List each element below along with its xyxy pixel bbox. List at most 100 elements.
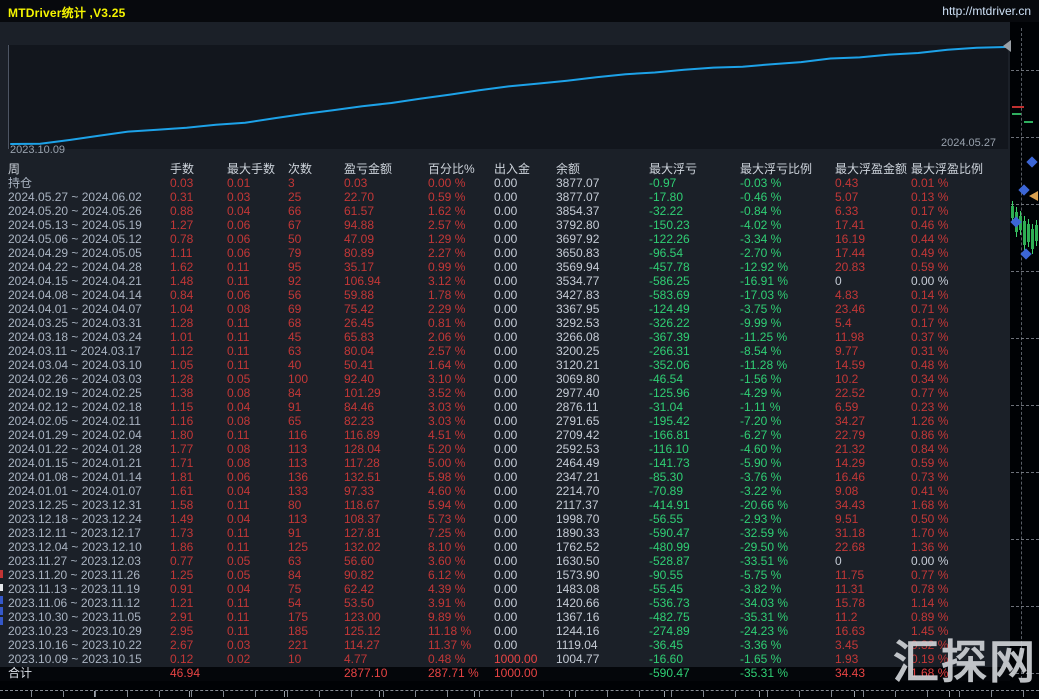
cell: 75 [288,583,344,597]
cell: 0.06 [227,247,288,261]
cell: -116.10 [649,443,740,457]
candlestick [1035,225,1038,241]
cell: 22.52 [835,387,911,401]
cell: 123.00 [344,611,428,625]
cell: 1998.70 [556,513,649,527]
cell: 0.88 [170,205,227,219]
cell: 6.59 [835,401,911,415]
cell: 0.77 % [911,569,1011,583]
cell: -590.47 [649,667,740,681]
cell: 0.00 [494,359,556,373]
cell: 5.73 % [428,513,494,527]
cell: 80 [288,499,344,513]
cell: -8.54 % [740,345,835,359]
cell: -16.60 [649,653,740,667]
cell: 0.11 [227,359,288,373]
cell: 1.27 [170,219,227,233]
cell: 46.94 [170,667,227,681]
cell: 6.33 [835,205,911,219]
cell: 0.03 [227,191,288,205]
cell: 2.57 % [428,345,494,359]
cell: -3.36 % [740,639,835,653]
table-total-row: 合计46.942877.10287.71 %1000.00-590.47-35.… [0,667,1010,681]
cell: 1.25 [170,569,227,583]
cell: 2347.21 [556,471,649,485]
cell: 0.00 [494,443,556,457]
cell: 0.46 % [911,219,1011,233]
cell: 287.71 % [428,667,494,681]
cell: 0.00 [494,499,556,513]
cell: 106.94 [344,275,428,289]
cell: 0.08 [227,303,288,317]
cell: 3877.07 [556,177,649,191]
cell: 0.00 [494,625,556,639]
cell: 2024.04.22 ~ 2024.04.28 [8,261,170,275]
cell: 2023.12.11 ~ 2023.12.17 [8,527,170,541]
statistics-panel: 2023.10.09 2024.05.27 周手数最大手数次数盈亏金额百分比%出… [0,0,1010,681]
cell: 0.11 [227,611,288,625]
cell: 1.28 [170,317,227,331]
cell: 22.79 [835,429,911,443]
cell: 0.08 [227,415,288,429]
background-grid-hline [1011,606,1039,607]
table-row: 2024.04.22 ~ 2024.04.281.620.119535.170.… [0,261,1010,275]
cell: 0.05 [227,569,288,583]
cell: 94.88 [344,219,428,233]
cell: -16.91 % [740,275,835,289]
candlestick [1031,229,1034,249]
cell: 3877.07 [556,191,649,205]
cell: -141.73 [649,457,740,471]
cell: 0.49 % [911,247,1011,261]
curve-end-arrow-icon [1003,40,1011,52]
cell: 1.77 [170,443,227,457]
table-row: 2024.04.29 ~ 2024.05.051.110.067980.892.… [0,247,1010,261]
cell: -2.70 % [740,247,835,261]
cell: 3069.80 [556,373,649,387]
cell: 14.59 [835,359,911,373]
cell: 2024.01.01 ~ 2024.01.07 [8,485,170,499]
table-row: 2024.01.08 ~ 2024.01.141.810.06136132.51… [0,471,1010,485]
cell: 1.14 % [911,597,1011,611]
cell: -0.46 % [740,191,835,205]
cell: 0.00 [494,415,556,429]
cell: 0.17 % [911,205,1011,219]
background-candlestick-chart [1010,0,1039,699]
cell: 100 [288,373,344,387]
table-row: 2024.05.27 ~ 2024.06.020.310.032522.700.… [0,191,1010,205]
table-row: 2023.11.13 ~ 2023.11.190.910.047562.424.… [0,583,1010,597]
cell: 0.08 [227,443,288,457]
cell: 0.78 % [911,583,1011,597]
cell: 84 [288,569,344,583]
table-row: 2024.03.04 ~ 2024.03.101.050.114050.411.… [0,359,1010,373]
website-link[interactable]: http://mtdriver.cn [942,4,1031,18]
background-grid-hline [1011,70,1039,71]
price-level-mark [1024,121,1033,123]
cell: 1.38 [170,387,227,401]
cell: 2023.10.09 ~ 2023.10.15 [8,653,170,667]
cell: 4.51 % [428,429,494,443]
cell: 0.00 [494,177,556,191]
cell: 1630.50 [556,555,649,569]
column-header: 出入金 [494,160,556,176]
cell: 0.12 [170,653,227,667]
cell: -17.03 % [740,289,835,303]
cell: 3266.08 [556,331,649,345]
cell: 56.60 [344,555,428,569]
cell: 31.18 [835,527,911,541]
cell: 0.04 [227,485,288,499]
cell: 0.03 [344,177,428,191]
cell: 0.04 [227,205,288,219]
cell: 92 [288,275,344,289]
cell: 0.31 % [911,345,1011,359]
chart-end-date: 2024.05.27 [941,137,996,149]
cell: 5.00 % [428,457,494,471]
cell: 1.28 [170,373,227,387]
cell: 0.81 % [428,317,494,331]
cell: 2024.01.15 ~ 2024.01.21 [8,457,170,471]
cell: 2024.05.27 ~ 2024.06.02 [8,191,170,205]
cell: 11.31 [835,583,911,597]
table-row: 2024.04.15 ~ 2024.04.211.480.1192106.943… [0,275,1010,289]
cell: 1.62 % [428,205,494,219]
cell: 114.27 [344,639,428,653]
cell: 34.27 [835,415,911,429]
